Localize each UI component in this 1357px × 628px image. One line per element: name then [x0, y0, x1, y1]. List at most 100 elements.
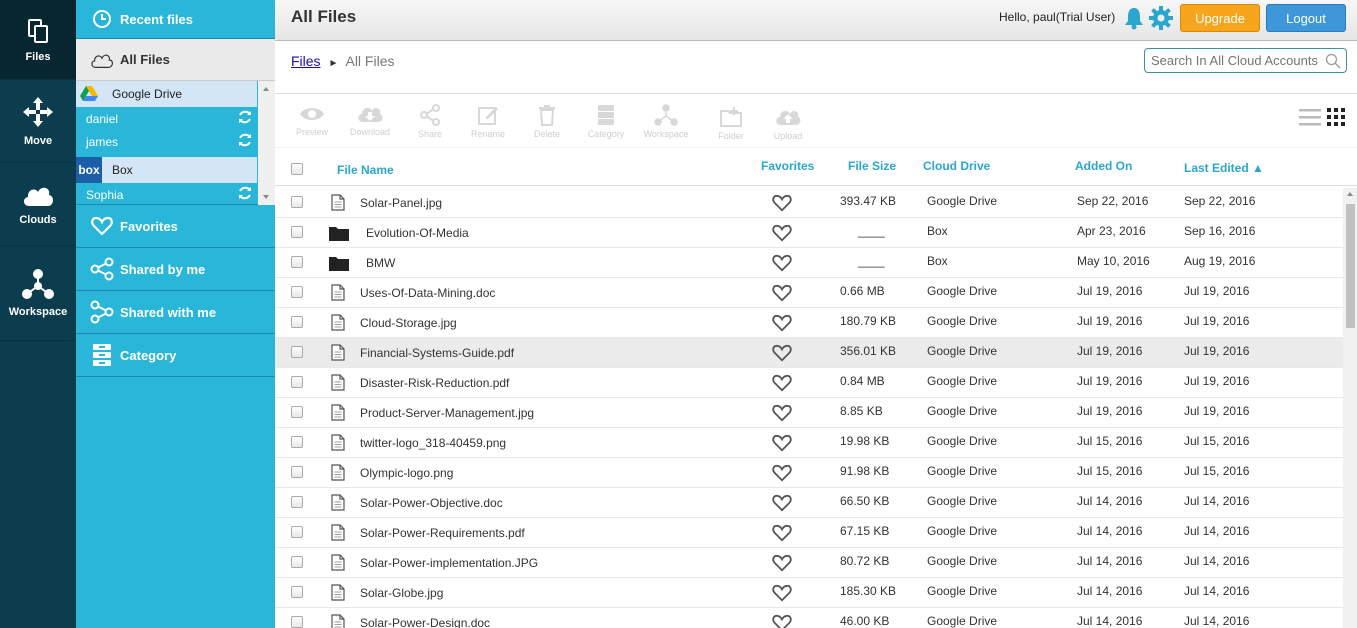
upgrade-button[interactable]: Upgrade	[1180, 4, 1260, 32]
new-folder-button[interactable]: Folder	[706, 106, 756, 141]
favorite-heart-icon[interactable]	[772, 344, 792, 365]
upload-button[interactable]: Upload	[763, 106, 813, 141]
sidebar-item-category[interactable]: Category	[76, 334, 275, 377]
search-input[interactable]	[1151, 50, 1327, 71]
account-james[interactable]: james	[76, 130, 257, 153]
cloud-box[interactable]: box Box	[76, 157, 257, 183]
favorite-heart-icon[interactable]	[772, 584, 792, 605]
search-icon[interactable]	[1325, 53, 1341, 72]
row-checkbox[interactable]	[291, 436, 303, 448]
file-name[interactable]: Disaster-Risk-Reduction.pdf	[360, 376, 509, 390]
table-row[interactable]: Product-Server-Management.jpg 8.85 KB Goog…	[275, 398, 1343, 428]
sync-icon[interactable]	[237, 132, 253, 151]
table-row[interactable]: Solar-Panel.jpg 393.47 KB Google Drive Sep …	[275, 188, 1343, 218]
file-name[interactable]: Solar-Power-Requirements.pdf	[360, 526, 525, 540]
table-row[interactable]: BMW ____ Box May 10, 2016 Aug 19, 2016	[275, 248, 1343, 278]
column-file-size[interactable]: File Size	[848, 159, 896, 173]
table-row[interactable]: Evolution-Of-Media ____ Box Apr 23, 2016 Sep…	[275, 218, 1343, 248]
table-row[interactable]: Financial-Systems-Guide.pdf 356.01 KB Goog…	[275, 338, 1343, 368]
file-name[interactable]: BMW	[366, 256, 395, 270]
rail-item-workspace[interactable]: Workspace	[0, 246, 76, 341]
row-checkbox[interactable]	[291, 556, 303, 568]
favorite-heart-icon[interactable]	[772, 284, 792, 305]
column-favorites[interactable]: Favorites	[761, 159, 814, 173]
grid-view-icon[interactable]	[1327, 108, 1345, 129]
account-sophia[interactable]: Sophia	[76, 183, 257, 206]
account-list-scrollbar[interactable]	[258, 81, 275, 205]
column-file-name[interactable]: File Name	[337, 163, 394, 177]
column-last-edited[interactable]: Last Edited ▲	[1184, 161, 1264, 175]
sidebar-item-shared-with-me[interactable]: Shared with me	[76, 291, 275, 334]
rail-item-move[interactable]: Move	[0, 80, 76, 163]
table-row[interactable]: Cloud-Storage.jpg 180.79 KB Google Drive Ju…	[275, 308, 1343, 338]
table-row[interactable]: Uses-Of-Data-Mining.doc 0.66 MB Google Dri…	[275, 278, 1343, 308]
sidebar-item-favorites[interactable]: Favorites	[76, 205, 275, 248]
favorite-heart-icon[interactable]	[772, 434, 792, 455]
column-added-on[interactable]: Added On	[1075, 159, 1132, 173]
rail-item-clouds[interactable]: Clouds	[0, 163, 76, 246]
file-name[interactable]: Uses-Of-Data-Mining.doc	[360, 286, 495, 300]
favorite-heart-icon[interactable]	[772, 554, 792, 575]
row-checkbox[interactable]	[291, 196, 303, 208]
file-list-scrollbar[interactable]	[1343, 188, 1357, 628]
row-checkbox[interactable]	[291, 256, 303, 268]
row-checkbox[interactable]	[291, 496, 303, 508]
file-name[interactable]: Financial-Systems-Guide.pdf	[360, 346, 514, 360]
select-all-checkbox[interactable]	[291, 163, 303, 175]
file-name[interactable]: Solar-Globe.jpg	[360, 586, 443, 600]
preview-button[interactable]: Preview	[287, 104, 337, 137]
rename-button[interactable]: Rename	[463, 104, 513, 139]
row-checkbox[interactable]	[291, 316, 303, 328]
table-row[interactable]: Disaster-Risk-Reduction.pdf 0.84 MB Google…	[275, 368, 1343, 398]
favorite-heart-icon[interactable]	[772, 224, 792, 245]
favorite-heart-icon[interactable]	[772, 404, 792, 425]
favorite-heart-icon[interactable]	[772, 314, 792, 335]
sidebar-item-shared-by-me[interactable]: Shared by me	[76, 248, 275, 291]
table-row[interactable]: Solar-Power-Objective.doc 66.50 KB Google …	[275, 488, 1343, 518]
workspace-button[interactable]: Workspace	[641, 104, 691, 139]
file-name[interactable]: Cloud-Storage.jpg	[360, 316, 457, 330]
favorite-heart-icon[interactable]	[772, 254, 792, 275]
file-name[interactable]: Solar-Power-Design.doc	[360, 616, 490, 628]
favorite-heart-icon[interactable]	[772, 614, 792, 628]
bell-icon[interactable]	[1123, 6, 1145, 33]
sidebar-item-all-files[interactable]: All Files	[76, 39, 275, 81]
file-name[interactable]: Olympic-logo.png	[360, 466, 453, 480]
row-checkbox[interactable]	[291, 616, 303, 628]
row-checkbox[interactable]	[291, 526, 303, 538]
table-row[interactable]: Solar-Globe.jpg 185.30 KB Google Drive Jul …	[275, 578, 1343, 608]
sync-icon[interactable]	[237, 109, 253, 128]
favorite-heart-icon[interactable]	[772, 194, 792, 215]
favorite-heart-icon[interactable]	[772, 464, 792, 485]
table-row[interactable]: twitter-logo_318-40459.png 19.98 KB Google…	[275, 428, 1343, 458]
row-checkbox[interactable]	[291, 406, 303, 418]
download-button[interactable]: Download	[345, 104, 395, 137]
file-name[interactable]: twitter-logo_318-40459.png	[360, 436, 506, 450]
logout-button[interactable]: Logout	[1266, 4, 1346, 32]
row-checkbox[interactable]	[291, 286, 303, 298]
rail-item-files[interactable]: Files	[0, 0, 76, 80]
table-row[interactable]: Solar-Power-Requirements.pdf 67.15 KB Goog…	[275, 518, 1343, 548]
sync-icon[interactable]	[237, 185, 253, 204]
list-view-icon[interactable]	[1299, 108, 1321, 129]
table-row[interactable]: Solar-Power-Design.doc 46.00 KB Google Dri…	[275, 608, 1343, 628]
row-checkbox[interactable]	[291, 346, 303, 358]
file-name[interactable]: Solar-Panel.jpg	[360, 196, 442, 210]
row-checkbox[interactable]	[291, 376, 303, 388]
row-checkbox[interactable]	[291, 586, 303, 598]
column-cloud-drive[interactable]: Cloud Drive	[923, 159, 990, 173]
gear-icon[interactable]	[1148, 5, 1174, 34]
row-checkbox[interactable]	[291, 226, 303, 238]
favorite-heart-icon[interactable]	[772, 374, 792, 395]
favorite-heart-icon[interactable]	[772, 524, 792, 545]
file-name[interactable]: Product-Server-Management.jpg	[360, 406, 534, 420]
file-name[interactable]: Solar-Power-implementation.JPG	[360, 556, 538, 570]
row-checkbox[interactable]	[291, 466, 303, 478]
delete-button[interactable]: Delete	[522, 104, 572, 139]
cloud-google-drive[interactable]: Google Drive	[76, 81, 257, 107]
table-row[interactable]: Solar-Power-implementation.JPG 80.72 KB Go…	[275, 548, 1343, 578]
table-row[interactable]: Olympic-logo.png 91.98 KB Google Drive Jul …	[275, 458, 1343, 488]
category-button[interactable]: Category	[581, 104, 631, 139]
file-name[interactable]: Evolution-Of-Media	[366, 226, 469, 240]
file-name[interactable]: Solar-Power-Objective.doc	[360, 496, 503, 510]
